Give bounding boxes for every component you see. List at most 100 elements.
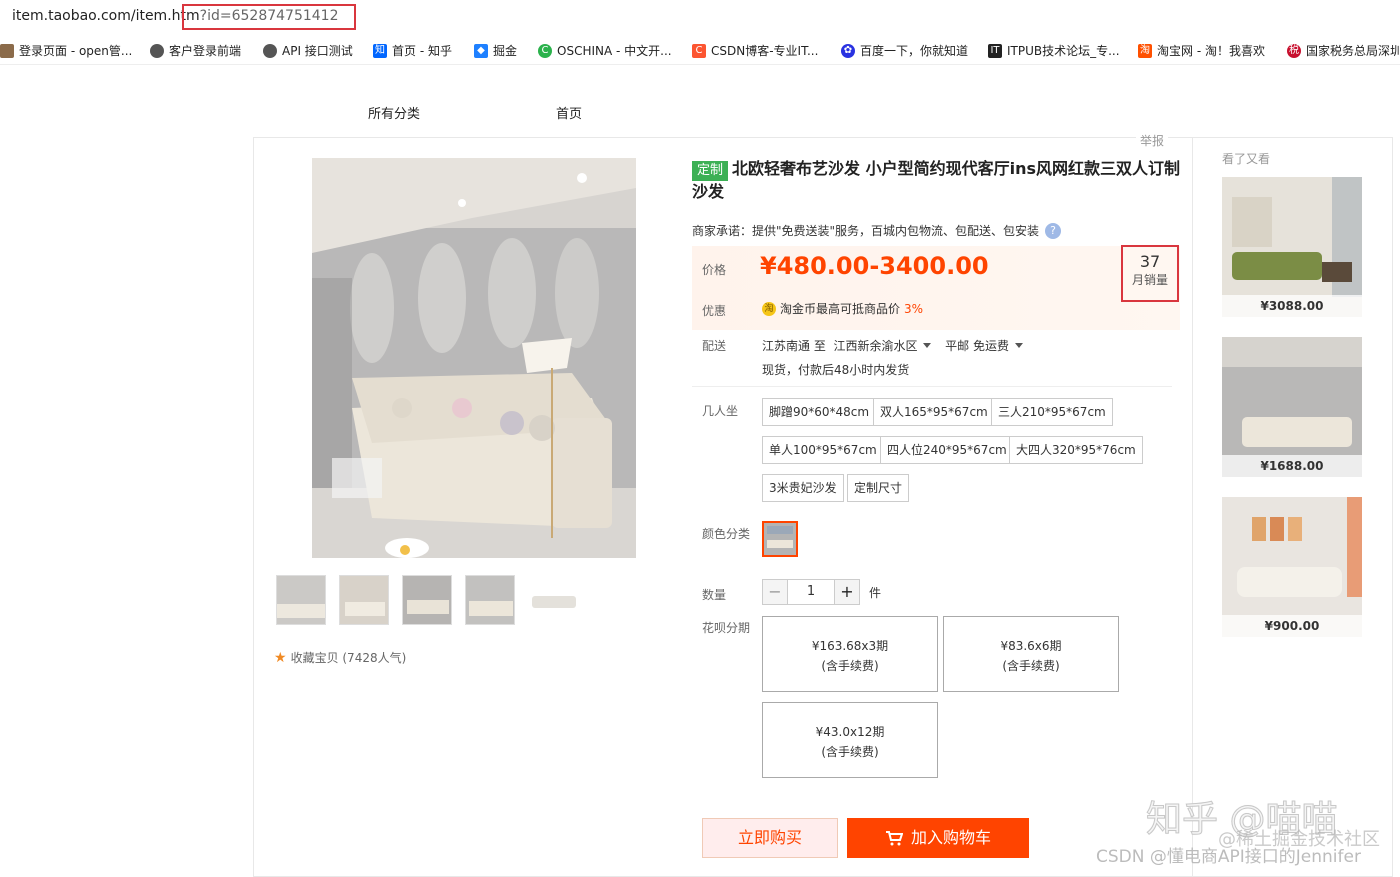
url-prefix: item.taobao.com/item.htm [12, 8, 200, 24]
quantity-stepper: − 1 + 件 [762, 579, 881, 605]
installment-option[interactable]: ¥43.0x12期 (含手续费) [762, 702, 938, 778]
recommend-item[interactable]: ¥900.00 [1222, 497, 1362, 637]
installment-option[interactable]: ¥83.6x6期 (含手续费) [943, 616, 1119, 692]
recommend-price: ¥900.00 [1222, 615, 1362, 637]
quantity-input[interactable]: 1 [788, 579, 834, 605]
add-to-cart-label: 加入购物车 [910, 828, 991, 847]
thumbnail-image [277, 576, 325, 624]
bookmark-item[interactable]: ◆ 掘金 [474, 42, 517, 59]
color-option-image [764, 523, 796, 555]
installment-option[interactable]: ¥163.68x3期 (含手续费) [762, 616, 938, 692]
column-divider [1192, 137, 1193, 877]
sofa-photo [312, 158, 636, 558]
bookmark-item[interactable]: 客户登录前端 [150, 42, 241, 59]
promise-text: 商家承诺：提供"免费送装"服务，百城内包物流、包配送、包安装 [692, 224, 1040, 238]
help-icon[interactable]: ? [1045, 222, 1062, 239]
main-product-image[interactable] [312, 158, 636, 558]
oschina-icon: C [538, 43, 552, 58]
promo-percent: 3% [904, 301, 924, 316]
taobao-coin-icon: 淘 [762, 301, 776, 316]
custom-tag: 定制 [692, 161, 729, 181]
bookmark-label: API 接口测试 [282, 44, 353, 58]
recommend-price: ¥1688.00 [1222, 455, 1362, 477]
bookmark-label: 百度一下，你就知道 [860, 44, 969, 58]
color-option[interactable] [762, 521, 798, 557]
baidu-icon: ✿ [841, 43, 855, 58]
monthly-sales-count: 37 [1139, 252, 1161, 271]
monthly-sales-box: 37 月销量 [1121, 245, 1179, 302]
thumbnail[interactable] [402, 575, 452, 625]
star-icon: ★ [274, 649, 287, 666]
nav-all-categories[interactable]: 所有分类 [368, 103, 420, 122]
bookmark-item[interactable]: C CSDN博客-专业IT... [692, 42, 818, 59]
installment-amount: ¥163.68x3期 [811, 639, 889, 653]
thumbnail[interactable] [276, 575, 326, 625]
recommend-item[interactable]: ¥1688.00 [1222, 337, 1362, 477]
bookmark-label: 淘宝网 - 淘！我喜欢 [1157, 44, 1265, 58]
favorite-button[interactable]: ★ 收藏宝贝 (7428人气) [274, 649, 406, 666]
sku-option[interactable]: 单人100*95*67cm [762, 436, 884, 464]
cart-icon [885, 831, 903, 846]
promo-text: 淘金币最高可抵商品价 [780, 302, 901, 316]
thumbnail[interactable] [339, 575, 389, 625]
installment-amount: ¥43.0x12期 [815, 725, 885, 739]
nav-home[interactable]: 首页 [556, 103, 582, 122]
sku-option[interactable]: 大四人320*95*76cm [1009, 436, 1143, 464]
thumbnail-image [466, 576, 514, 624]
thumbnail[interactable] [528, 575, 578, 625]
installment-note: (含手续费) [1002, 659, 1060, 673]
divider [692, 386, 1172, 387]
bookmark-item[interactable]: 知首页 - 知乎 [373, 42, 452, 59]
itpub-icon: IT [988, 43, 1002, 58]
bookmark-item[interactable]: 税国家税务总局深圳 [1287, 42, 1400, 59]
recommend-title: 看了又看 [1222, 152, 1271, 166]
promo-label: 优惠 [702, 304, 727, 318]
thumbnail-image [340, 576, 388, 624]
report-link[interactable]: 举报 [1136, 132, 1169, 149]
sku-option[interactable]: 3米贵妃沙发 [762, 474, 844, 502]
bookmark-label: 首页 - 知乎 [392, 44, 452, 58]
bookmark-item[interactable]: C OSCHINA - 中文开... [538, 42, 672, 59]
bookmark-label: ITPUB技术论坛_专... [1007, 44, 1120, 58]
bookmark-item[interactable]: 淘淘宝网 - 淘！我喜欢 [1138, 42, 1265, 59]
globe-icon [150, 43, 164, 58]
sku-option[interactable]: 双人165*95*67cm [873, 398, 995, 426]
chevron-down-icon[interactable] [1014, 343, 1023, 348]
installment-note: (含手续费) [821, 659, 879, 673]
sku-option[interactable]: 定制尺寸 [847, 474, 910, 502]
product-title: 北欧轻奢布艺沙发 小户型简约现代客厅ins风网红款三双人订制沙发 [692, 159, 1180, 201]
globe-icon [263, 43, 277, 58]
product-title-block: 定制 北欧轻奢布艺沙发 小户型简约现代客厅ins风网红款三双人订制沙发 [692, 158, 1182, 203]
quantity-unit: 件 [869, 585, 882, 600]
tax-icon: 税 [1287, 43, 1301, 58]
bookmark-item[interactable]: 登录页面 - open管... [0, 42, 132, 59]
sku-option[interactable]: 脚蹭90*60*48cm [762, 398, 877, 426]
bookmark-label: 掘金 [493, 44, 518, 58]
decrease-button[interactable]: − [762, 579, 788, 605]
chevron-down-icon[interactable] [923, 343, 932, 348]
bookmark-item[interactable]: ✿ 百度一下，你就知道 [841, 42, 968, 59]
thumbnail-image [403, 576, 451, 624]
bookmark-item[interactable]: IT ITPUB技术论坛_专... [988, 42, 1120, 59]
monthly-sales-label: 月销量 [1131, 273, 1168, 287]
delivery-fee[interactable]: 平邮 免运费 [945, 339, 1009, 353]
favorite-label: 收藏宝贝 (7428人气) [290, 651, 407, 665]
page-icon [0, 43, 14, 58]
sku-option[interactable]: 四人位240*95*67cm [880, 436, 1014, 464]
recommend-price: ¥3088.00 [1222, 295, 1362, 317]
address-bar[interactable]: item.taobao.com/item.htm?id=652874751412 [0, 0, 1400, 36]
delivery-destination[interactable]: 江西新余渝水区 [833, 339, 917, 353]
delivery-label: 配送 [702, 339, 727, 353]
buy-now-button[interactable]: 立即购买 [702, 818, 838, 858]
bookmark-label: OSCHINA - 中文开... [557, 44, 672, 58]
bookmark-item[interactable]: API 接口测试 [263, 42, 353, 59]
recommend-item[interactable]: ¥3088.00 [1222, 177, 1362, 317]
add-to-cart-button[interactable]: 加入购物车 [847, 818, 1029, 858]
thumbnail-image [529, 576, 577, 624]
zhihu-icon: 知 [373, 43, 387, 58]
increase-button[interactable]: + [834, 579, 860, 605]
installment-amount: ¥83.6x6期 [1000, 639, 1062, 653]
thumbnail[interactable] [465, 575, 515, 625]
sku-option[interactable]: 三人210*95*67cm [991, 398, 1113, 426]
installment-note: (含手续费) [821, 745, 879, 759]
